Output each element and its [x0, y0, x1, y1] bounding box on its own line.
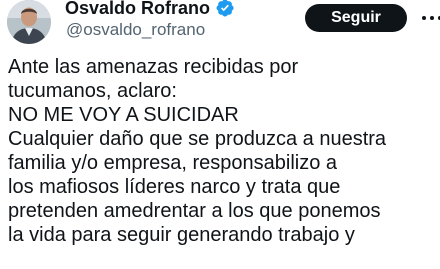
tweet-text-line: familia y/o empresa, responsabilizo a — [8, 152, 338, 174]
tweet-text-line: los mafiosos líderes narco y trata que — [8, 176, 341, 198]
tweet-text-line: NO ME VOY A SUICIDAR — [8, 104, 239, 126]
tweet-card: Osvaldo Rofrano @osvaldo_rofrano Seguir … — [0, 0, 440, 269]
author-display-name-text[interactable]: Osvaldo Rofrano — [65, 0, 210, 19]
more-options-icon[interactable] — [420, 9, 440, 27]
tweet-text-line: tucumanos, aclaro: — [8, 80, 177, 102]
profile-photo-icon — [7, 0, 51, 44]
tweet-text-line: Ante las amenazas recibidas por — [8, 56, 299, 78]
follow-button[interactable]: Seguir — [305, 4, 407, 32]
tweet-text: Ante las amenazas recibidas por tucumano… — [8, 55, 440, 247]
author-display-name[interactable]: Osvaldo Rofrano — [65, 0, 235, 19]
tweet-text-line: la vida para seguir generando trabajo y — [8, 224, 355, 246]
author-avatar[interactable] — [7, 0, 51, 44]
tweet-text-line: Cualquier daño que se produzca a nuestra — [8, 128, 387, 150]
author-handle[interactable]: @osvaldo_rofrano — [66, 19, 205, 41]
tweet-text-line: pretenden amedrentar a los que ponemos — [8, 200, 381, 222]
verified-badge-icon — [215, 0, 235, 18]
